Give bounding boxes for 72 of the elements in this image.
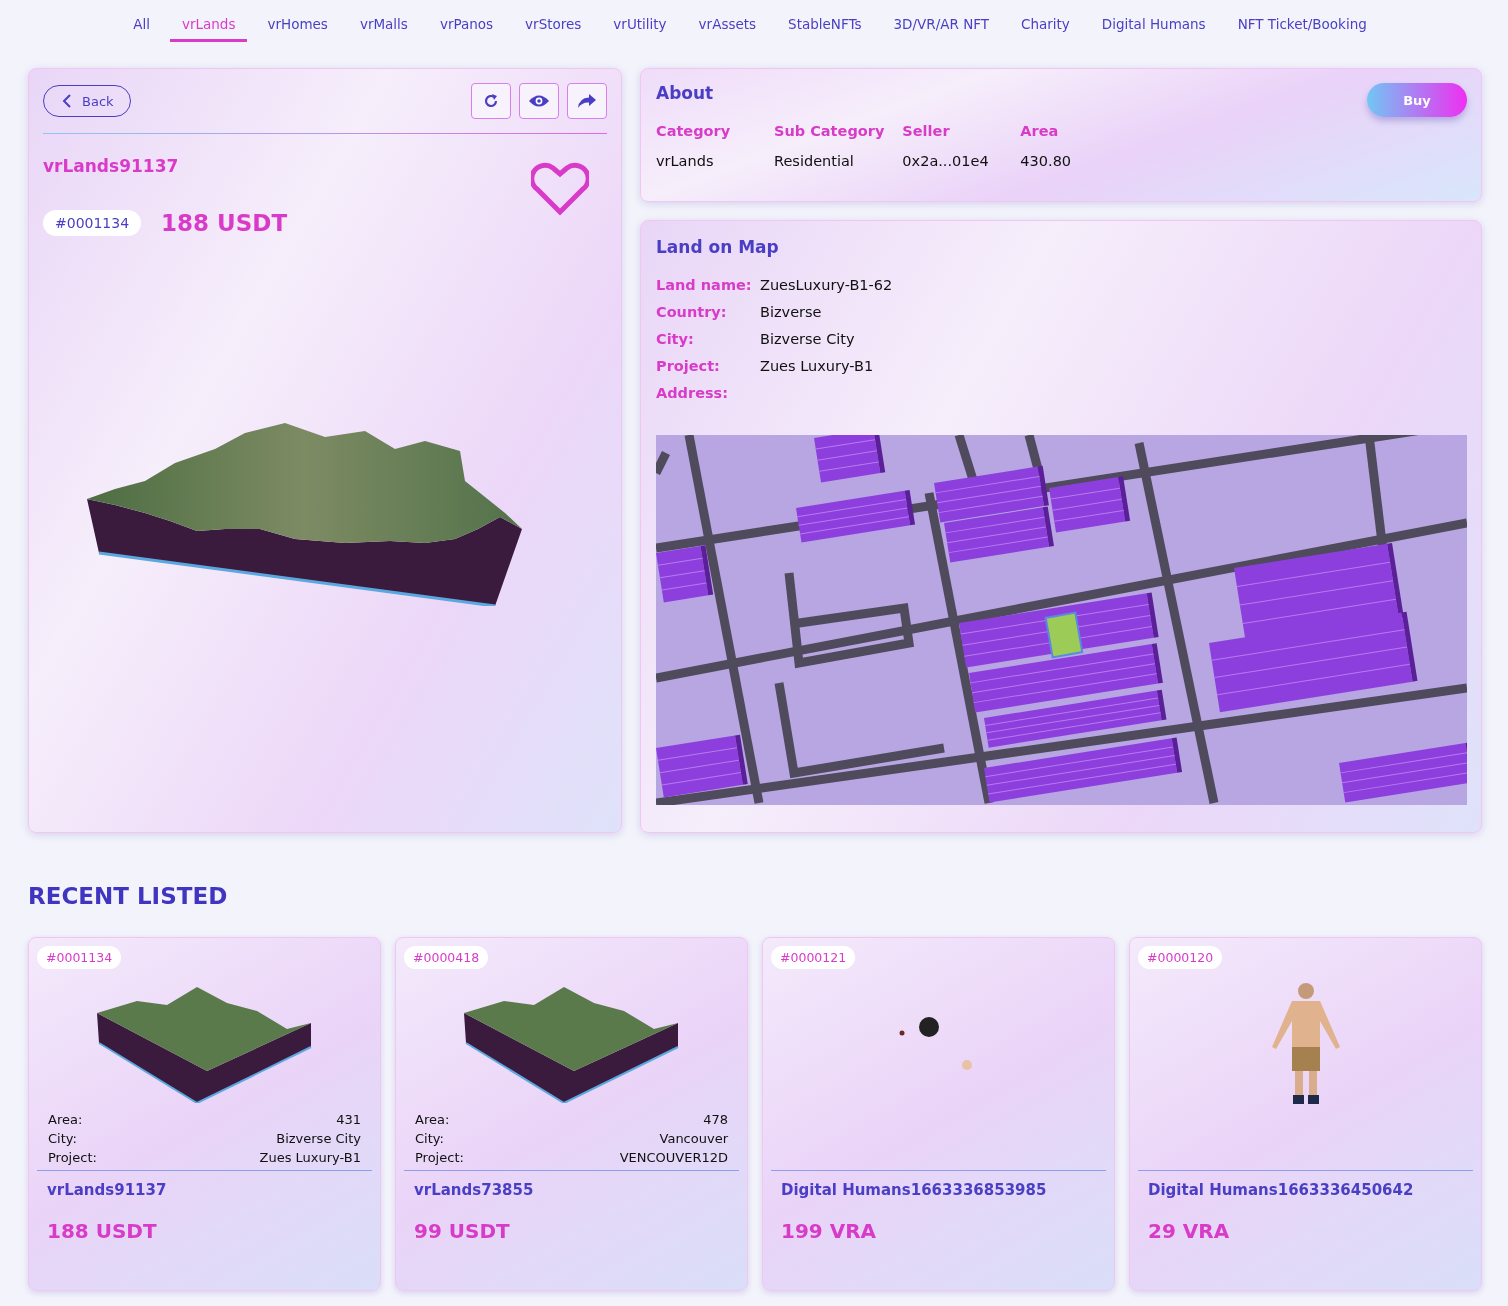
category-tab[interactable]: vrLands — [169, 0, 248, 42]
nft-name: vrLands91137 — [46, 1180, 168, 1199]
section-title: Land on Map — [656, 237, 780, 257]
refresh-button[interactable] — [471, 83, 511, 119]
field-label: City: — [656, 331, 695, 347]
heart-icon[interactable] — [531, 162, 589, 216]
field-label: Sub Category — [774, 123, 885, 139]
category-tab[interactable]: 3D/VR/AR NFT — [881, 0, 1001, 42]
refresh-icon — [482, 92, 500, 110]
field-value: vrLands — [656, 153, 715, 169]
field-label: Area: — [415, 1111, 450, 1129]
field-value: 430.80 — [1020, 153, 1073, 169]
field-label: Country: — [656, 304, 728, 320]
field-value: Bizverse City — [276, 1130, 361, 1148]
field-label: Land name: — [656, 277, 753, 293]
nft-name: vrLands91137 — [43, 156, 180, 176]
field-value: Residential — [774, 153, 855, 169]
field-value: Vancouver — [659, 1130, 728, 1148]
field-value: Bizverse — [760, 304, 822, 320]
field-value: Zues Luxury-B1 — [760, 358, 874, 374]
field-label: Project: — [656, 358, 721, 374]
token-id: #0000120 — [1138, 946, 1223, 969]
field-value: 0x2a...01e4 — [902, 153, 990, 169]
field-label: City: — [415, 1130, 444, 1148]
category-tab[interactable]: Charity — [1009, 0, 1082, 42]
field-value: Bizverse City — [760, 331, 855, 347]
nft-card[interactable]: #0001134 Area: 431 City: Bizverse City Project: Zues Luxury-B1 vrLands91137 188 USDT — [28, 937, 381, 1291]
nft-card[interactable]: #0000418 Area: 478 City: Vancouver Project: VENCOUVER12D vrLands73855 99 USDT — [395, 937, 748, 1291]
nft-name: vrLands73855 — [413, 1180, 535, 1199]
price: 188 USDT — [46, 1218, 158, 1243]
field-label: Seller — [902, 123, 951, 139]
nft-name: Digital Humans1663336450642 — [1147, 1180, 1415, 1199]
field-value: Zues Luxury-B1 — [259, 1149, 361, 1167]
category-tab[interactable]: vrStores — [513, 0, 594, 42]
price: 29 VRA — [1147, 1218, 1231, 1243]
category-tab[interactable]: All — [121, 0, 162, 42]
section-title: About — [656, 83, 714, 103]
field-label: Category — [656, 123, 732, 139]
token-id: #0000418 — [404, 946, 489, 969]
category-tab[interactable]: vrMalls — [347, 0, 420, 42]
price: 99 USDT — [413, 1218, 511, 1243]
field-value: 478 — [703, 1111, 728, 1129]
field-value: ZuesLuxury-B1-62 — [760, 277, 893, 293]
field-label: Area: — [48, 1111, 83, 1129]
price: 188 USDT — [161, 210, 288, 236]
nft-name: Digital Humans1663336853985 — [780, 1180, 1048, 1199]
category-tab[interactable]: vrPanos — [427, 0, 506, 42]
field-label: Project: — [48, 1149, 97, 1167]
field-label: Project: — [415, 1149, 464, 1167]
token-id: #0000121 — [771, 946, 856, 969]
nft-card[interactable]: #0000121 Digital Humans1663336853985 199 VRA — [762, 937, 1115, 1291]
share-arrow-icon — [577, 93, 597, 109]
share-button[interactable] — [567, 83, 607, 119]
view-button[interactable] — [519, 83, 559, 119]
field-label: City: — [48, 1130, 77, 1148]
category-tab[interactable]: NFT Ticket/Booking — [1225, 0, 1379, 42]
category-tab[interactable]: Digital Humans — [1089, 0, 1218, 42]
eye-icon — [528, 94, 550, 108]
nft-card[interactable]: #0000120 Digital Humans1663336450642 29 VRA — [1129, 937, 1482, 1291]
token-id: #0001134 — [43, 210, 142, 236]
price: 199 VRA — [780, 1218, 878, 1243]
category-tab[interactable]: StableNFTs — [776, 0, 874, 42]
category-tab[interactable]: vrAssets — [686, 0, 769, 42]
field-label: Area — [1020, 123, 1060, 139]
token-id: #0001134 — [37, 946, 122, 969]
field-value: 431 — [336, 1111, 361, 1129]
field-value: VENCOUVER12D — [619, 1149, 728, 1167]
section-heading: RECENT LISTED — [28, 883, 229, 909]
category-tab[interactable]: vrHomes — [255, 0, 340, 42]
chevron-left-icon — [62, 94, 72, 108]
field-label: Address: — [656, 385, 730, 401]
category-tab[interactable]: vrUtility — [601, 0, 679, 42]
